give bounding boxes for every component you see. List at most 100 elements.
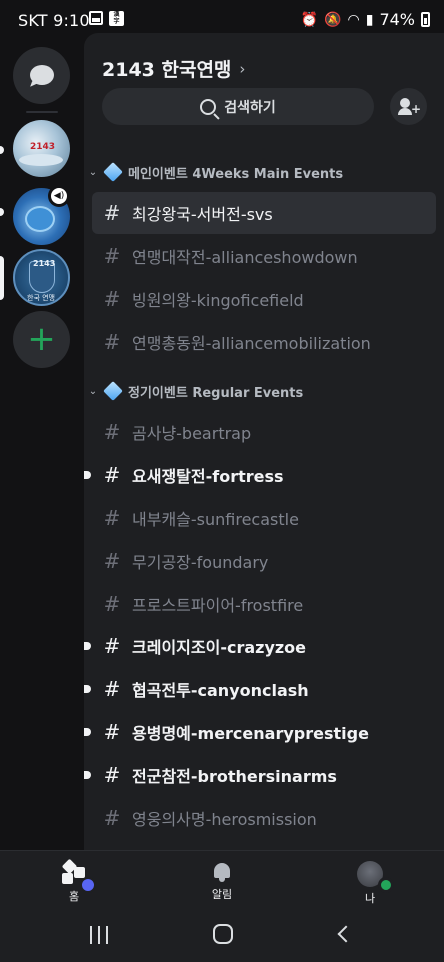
tab-profile-label: 나 [364, 892, 376, 905]
chat-bubble-icon [30, 65, 54, 85]
search-label: 검색하기 [224, 99, 276, 116]
add-member-icon [398, 98, 421, 116]
server-title: 2143 한국연맹 [102, 59, 232, 81]
server-icon-selected[interactable]: 2143 한국 연맹 [13, 249, 70, 306]
channel-item[interactable]: # 연맹총동원-alliancemobilization [92, 321, 436, 363]
server-rail: 2143 ◀) 2143 한국 연맹 + [0, 40, 84, 850]
channel-name: 곰사냥-beartrap [132, 424, 252, 443]
channel-item[interactable]: # 전군참전-brothersinarms [84, 754, 436, 796]
plus-icon: + [27, 319, 56, 359]
channel-item[interactable]: # 내부캐슬-sunfirecastle [92, 497, 436, 539]
unread-indicator [0, 146, 4, 154]
home-button[interactable] [213, 924, 233, 944]
category-regular-events[interactable]: ⌄ 정기이벤트 Regular Events [88, 381, 303, 401]
unread-indicator [84, 771, 91, 779]
server-icon-2143[interactable]: 2143 [13, 120, 70, 177]
channel-item[interactable]: # 요새쟁탈전-fortress [84, 454, 436, 496]
notification-icons: 漢字 [89, 11, 124, 26]
battery-percent: 74% [379, 10, 415, 29]
hashtag-icon: # [103, 634, 121, 658]
chinese-char-icon: 漢字 [109, 11, 124, 26]
channel-name: 프로스트파이어-frostfire [132, 596, 304, 615]
category-label: 메인이벤트 4Weeks Main Events [128, 166, 344, 182]
channel-item[interactable]: # 영웅의사명-herosmission [92, 797, 436, 839]
server-art [25, 206, 55, 232]
search-button[interactable]: 검색하기 [102, 88, 374, 125]
alarm-icon: ⏰ [300, 11, 319, 28]
channel-name: 최강왕국-서버전-svs [132, 205, 273, 224]
channel-name: 무기공장-foundary [132, 553, 269, 572]
hashtag-icon: # [103, 244, 121, 268]
hashtag-icon: # [103, 463, 121, 487]
channel-item[interactable]: # 무기공장-foundary [92, 540, 436, 582]
channel-name: 협곡전투-canyonclash [132, 681, 309, 700]
channel-name: 영웅의사명-herosmission [132, 810, 317, 829]
channel-item[interactable]: # 용병명예-mercenaryprestige [84, 711, 436, 753]
diamond-icon [103, 381, 123, 401]
tab-notifications[interactable]: 알림 [192, 861, 252, 902]
bell-icon [212, 861, 232, 883]
status-time: SKT 9:10 [18, 11, 90, 30]
channel-name: 요새쟁탈전-fortress [132, 467, 284, 486]
recents-button[interactable] [90, 926, 108, 944]
channel-item[interactable]: # 프로스트파이어-frostfire [92, 583, 436, 625]
server-header[interactable]: 2143 한국연맹 › [102, 55, 245, 82]
search-icon [200, 98, 217, 115]
notification-badge [80, 877, 96, 893]
server-label: 2143 [30, 142, 56, 152]
add-server-button[interactable]: + [13, 311, 70, 368]
channel-item[interactable]: # 빙원의왕-kingoficefield [92, 278, 436, 320]
online-status-icon [378, 877, 394, 893]
channel-item[interactable]: # 곰사냥-beartrap [92, 411, 436, 453]
unread-indicator [0, 208, 4, 216]
voice-activity-badge: ◀) [48, 185, 70, 207]
invite-members-button[interactable] [390, 88, 427, 125]
hashtag-icon: # [103, 677, 121, 701]
channel-name: 연맹대작전-allianceshowdown [132, 248, 358, 267]
battery-icon [421, 12, 430, 27]
channel-name: 연맹총동원-alliancemobilization [132, 334, 371, 353]
hashtag-icon: # [103, 763, 121, 787]
server-art [19, 154, 63, 166]
channel-item[interactable]: # 크레이지조이-crazyzoe [84, 625, 436, 667]
speaker-icon: ◀) [51, 188, 67, 204]
signal-icon: ▮ [365, 11, 374, 28]
rail-divider [26, 111, 58, 113]
hashtag-icon: # [103, 506, 121, 530]
chevron-down-icon: ⌄ [88, 385, 98, 397]
diamond-icon [103, 162, 123, 182]
unread-indicator [84, 728, 91, 736]
back-button[interactable] [337, 925, 355, 943]
bottom-nav: 홈 알림 나 [0, 850, 444, 912]
channel-name: 전군참전-brothersinarms [132, 767, 337, 786]
unread-indicator [84, 471, 91, 479]
channel-name: 빙원의왕-kingoficefield [132, 291, 304, 310]
gallery-icon [89, 11, 103, 25]
hashtag-icon: # [103, 806, 121, 830]
hashtag-icon: # [103, 330, 121, 354]
hashtag-icon: # [103, 592, 121, 616]
channel-item[interactable]: # 협곡전투-canyonclash [84, 668, 436, 710]
tab-profile[interactable]: 나 [340, 861, 400, 906]
wifi-icon: ◠ [347, 11, 360, 28]
server-sub-label: 한국 연맹 [27, 294, 55, 302]
chevron-down-icon: ⌄ [88, 166, 98, 178]
tab-home-label: 홈 [68, 890, 80, 903]
server-label: 2143 [33, 259, 56, 268]
channel-item[interactable]: # 최강왕국-서버전-svs [92, 192, 436, 234]
mute-icon: 🔕 [324, 11, 342, 28]
hashtag-icon: # [103, 201, 121, 225]
hashtag-icon: # [103, 287, 121, 311]
tab-home[interactable]: 홈 [44, 858, 104, 904]
channel-name: 크레이지조이-crazyzoe [132, 638, 307, 657]
category-main-events[interactable]: ⌄ 메인이벤트 4Weeks Main Events [88, 162, 343, 182]
hashtag-icon: # [103, 420, 121, 444]
android-nav-bar [0, 912, 444, 962]
channel-item[interactable]: # 연맹대작전-allianceshowdown [92, 235, 436, 277]
channel-panel: 2143 한국연맹 › 검색하기 ⌄ 메인이벤트 4Weeks Main Eve… [84, 33, 444, 850]
hashtag-icon: # [103, 549, 121, 573]
hashtag-icon: # [103, 720, 121, 744]
category-label: 정기이벤트 Regular Events [128, 385, 304, 401]
direct-messages-button[interactable] [13, 47, 70, 104]
chevron-right-icon: › [239, 59, 246, 78]
